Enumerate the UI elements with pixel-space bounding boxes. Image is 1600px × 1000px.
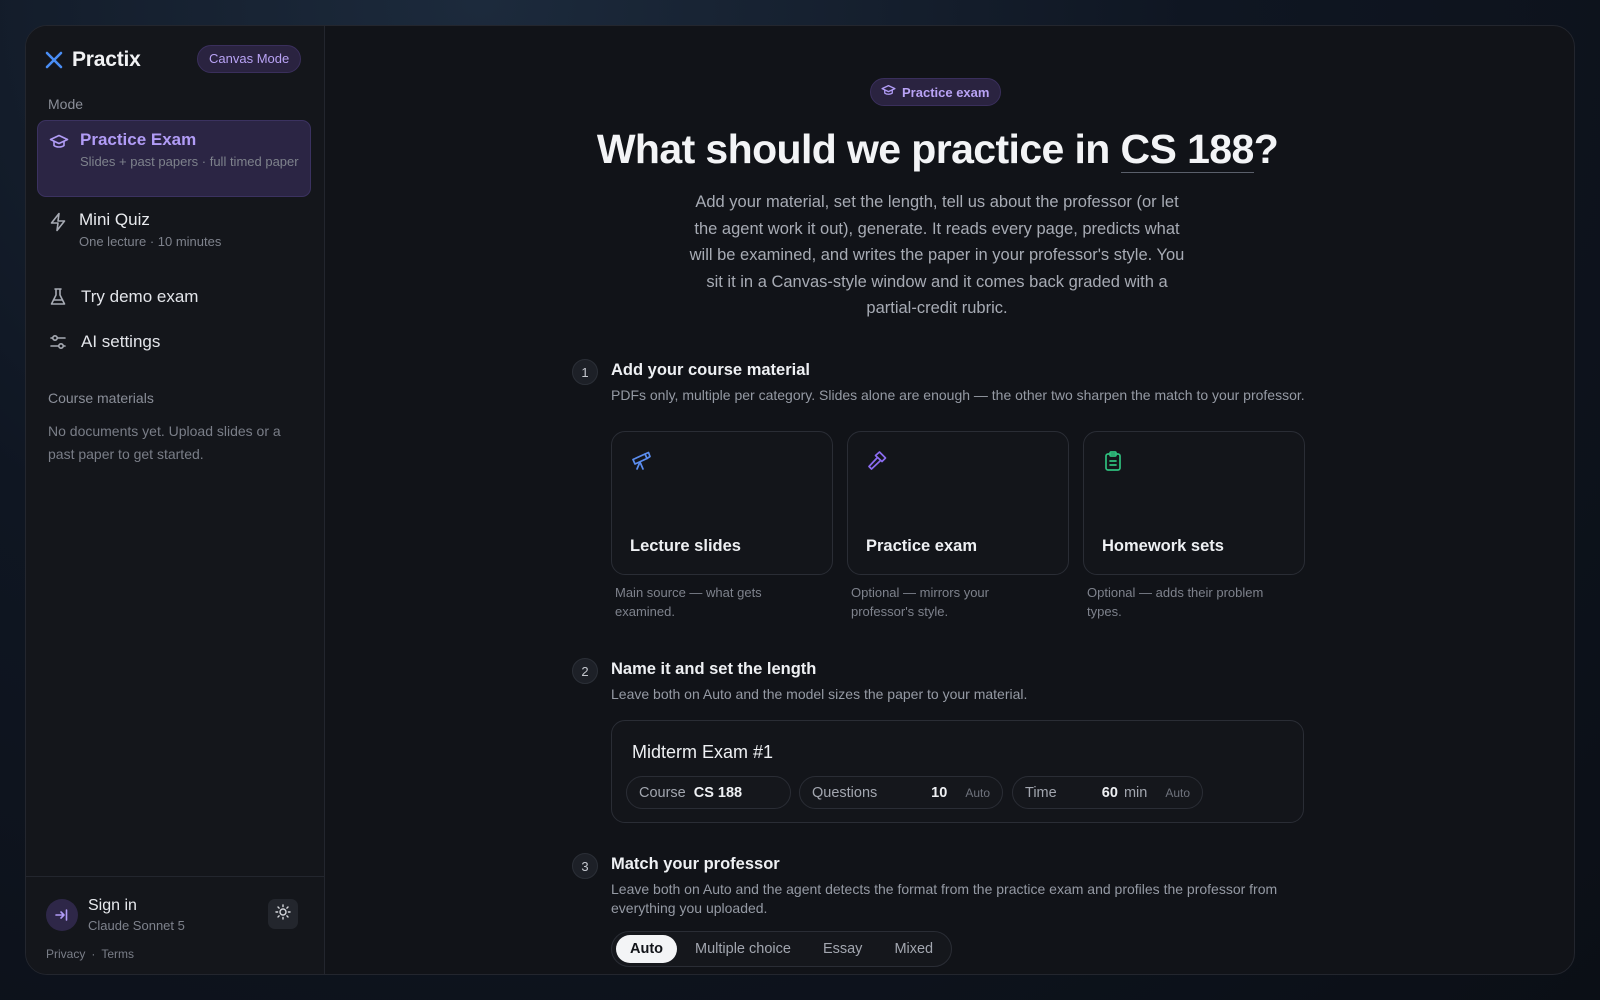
course-materials-label: Course materials xyxy=(48,390,154,406)
exam-name-input[interactable]: Midterm Exam #1 xyxy=(632,742,773,763)
sliders-icon xyxy=(48,332,68,352)
step-title: Match your professor xyxy=(611,855,780,873)
mode-title: Mini Quiz xyxy=(79,210,150,229)
mode-subtitle: One lecture · 10 minutes xyxy=(79,234,222,249)
questions-auto-toggle[interactable]: Auto xyxy=(965,786,990,800)
pill-label: Practice exam xyxy=(902,84,990,100)
format-option-auto[interactable]: Auto xyxy=(616,935,678,963)
sign-in-button[interactable]: Sign in Claude Sonnet 5 xyxy=(46,897,185,933)
mode-subtitle: Slides + past papers · full timed paper xyxy=(80,154,299,169)
nav-item-try-demo-exam[interactable]: Try demo exam xyxy=(48,287,198,307)
legal-links: Privacy · Terms xyxy=(46,947,134,961)
step-title: Add your course material xyxy=(611,361,810,379)
lead-paragraph: Add your material, set the length, tell … xyxy=(689,193,1185,317)
card-wrap-lecture-slides: Lecture slides Main source — what gets e… xyxy=(611,431,833,621)
time-label: Time xyxy=(1025,784,1057,801)
course-field[interactable]: Course CS 188 xyxy=(626,776,791,809)
step-description: PDFs only, multiple per category. Slides… xyxy=(611,387,1305,403)
questions-label: Questions xyxy=(812,784,878,801)
course-value: CS 188 xyxy=(693,784,743,801)
step-course-material: 1 Add your course material PDFs only, mu… xyxy=(572,359,1312,629)
sign-in-icon xyxy=(46,899,78,931)
main-content: Practice exam What should we practice in… xyxy=(325,26,1574,974)
mode-section-label: Mode xyxy=(48,96,84,112)
legal-separator: · xyxy=(91,947,96,961)
sidebar-footer: Sign in Claude Sonnet 5 Privacy · Terms xyxy=(26,876,324,974)
x-logo-icon xyxy=(44,50,64,70)
card-note: Optional — mirrors your professor's styl… xyxy=(851,585,989,619)
flask-icon xyxy=(48,287,68,307)
course-label: Course xyxy=(639,784,686,801)
upload-card-lecture-slides[interactable]: Lecture slides xyxy=(611,431,833,575)
time-auto-toggle[interactable]: Auto xyxy=(1165,786,1190,800)
sidebar: Practix Canvas Mode Mode Practice Exam S… xyxy=(26,26,325,974)
nav-label: AI settings xyxy=(81,332,161,351)
step-name-and-length: 2 Name it and set the length Leave both … xyxy=(572,658,1312,828)
card-note: Main source — what gets examined. xyxy=(615,585,762,619)
card-note: Optional — adds their problem types. xyxy=(1087,585,1264,619)
mode-item-mini-quiz[interactable]: Mini Quiz One lecture · 10 minutes xyxy=(37,201,311,259)
theme-toggle-button[interactable] xyxy=(268,899,298,929)
material-cards: Lecture slides Main source — what gets e… xyxy=(611,431,1305,621)
brand[interactable]: Practix xyxy=(44,48,141,72)
card-title: Practice exam xyxy=(866,537,977,555)
format-selector: Auto Multiple choice Essay Mixed xyxy=(611,931,953,967)
app-window: Practix Canvas Mode Mode Practice Exam S… xyxy=(25,25,1575,975)
time-unit: min xyxy=(1123,784,1148,801)
step-match-professor: 3 Match your professor Leave both on Aut… xyxy=(572,853,1312,974)
time-value: 60 xyxy=(1101,784,1118,801)
card-wrap-practice-exam: Practice exam Optional — mirrors your pr… xyxy=(847,431,1069,621)
graduation-cap-icon xyxy=(881,83,896,101)
card-title: Lecture slides xyxy=(630,537,741,555)
canvas-mode-badge[interactable]: Canvas Mode xyxy=(197,45,302,73)
headline-prefix: What should we practice in xyxy=(596,126,1121,172)
step-number: 2 xyxy=(572,658,598,684)
terms-link[interactable]: Terms xyxy=(101,947,134,961)
step-number: 3 xyxy=(572,853,598,879)
mode-item-practice-exam[interactable]: Practice Exam Slides + past papers · ful… xyxy=(37,120,311,197)
practice-exam-pill: Practice exam xyxy=(870,78,1002,106)
step-number: 1 xyxy=(572,359,598,385)
card-wrap-homework-sets: Homework sets Optional — adds their prob… xyxy=(1083,431,1305,621)
hammer-icon xyxy=(866,450,888,472)
sign-in-title: Sign in xyxy=(88,897,137,914)
telescope-icon xyxy=(630,450,652,472)
upload-card-homework-sets[interactable]: Homework sets xyxy=(1083,431,1305,575)
questions-field[interactable]: Questions 10 Auto xyxy=(799,776,1003,809)
nav-label: Try demo exam xyxy=(81,287,199,306)
clipboard-icon xyxy=(1102,450,1124,472)
model-name: Claude Sonnet 5 xyxy=(88,918,185,933)
nav-item-ai-settings[interactable]: AI settings xyxy=(48,332,160,352)
graduation-cap-icon xyxy=(49,132,69,152)
mode-title: Practice Exam xyxy=(80,130,197,149)
format-option-mixed[interactable]: Mixed xyxy=(880,935,947,963)
format-option-multiple-choice[interactable]: Multiple choice xyxy=(681,935,805,963)
questions-value: 10 xyxy=(931,784,948,801)
lightning-icon xyxy=(48,212,68,232)
time-field[interactable]: Time 60 min Auto xyxy=(1012,776,1203,809)
step-title: Name it and set the length xyxy=(611,660,817,678)
materials-empty-note: No documents yet. Upload slides or a pas… xyxy=(48,423,281,462)
exam-config-box: Midterm Exam #1 Course CS 188 Questions … xyxy=(611,720,1304,823)
step-description: Leave both on Auto and the model sizes t… xyxy=(611,686,1028,702)
page-title: What should we practice in CS 188? xyxy=(325,126,1550,173)
card-title: Homework sets xyxy=(1102,537,1224,555)
headline-suffix: ? xyxy=(1253,126,1279,172)
headline-course[interactable]: CS 188 xyxy=(1120,126,1254,173)
app-name: Practix xyxy=(72,48,141,71)
privacy-link[interactable]: Privacy xyxy=(46,947,85,961)
format-option-essay[interactable]: Essay xyxy=(809,935,877,963)
upload-card-practice-exam[interactable]: Practice exam xyxy=(847,431,1069,575)
sun-icon xyxy=(275,903,291,925)
step-description: Leave both on Auto and the agent detects… xyxy=(611,881,1278,916)
